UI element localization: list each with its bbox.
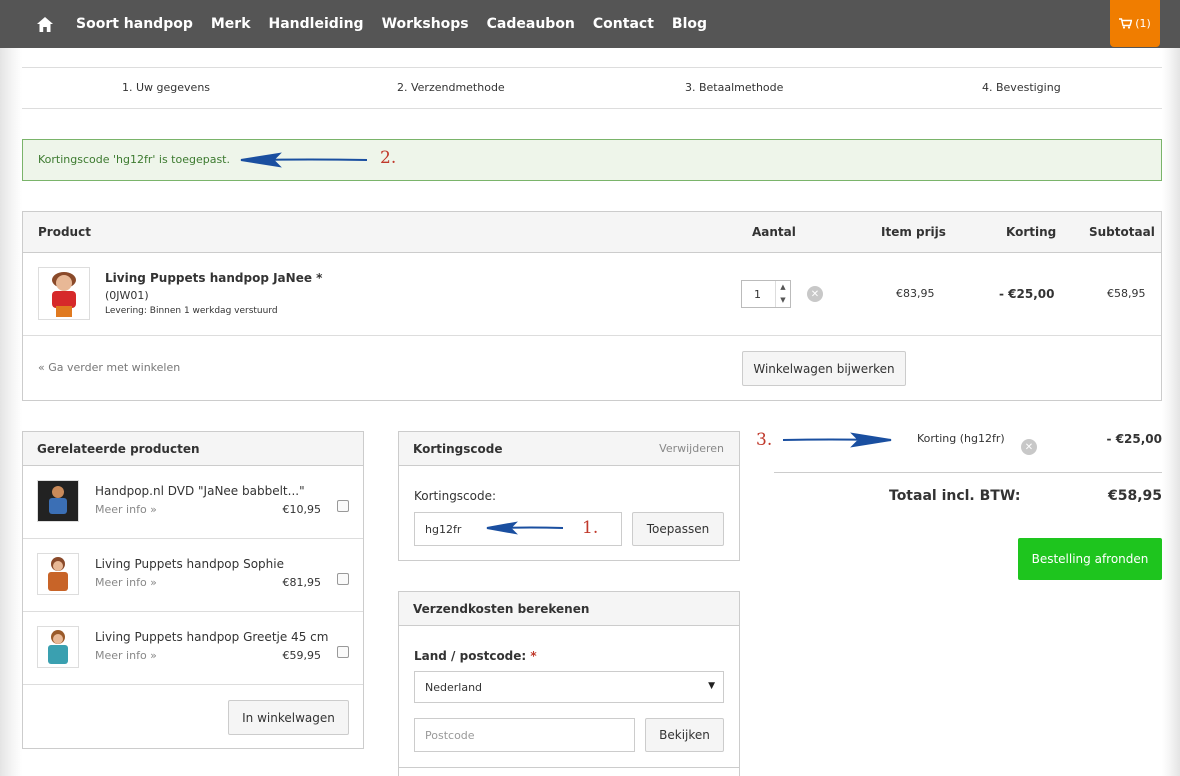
col-qty: Aantal [752,225,796,239]
postcode-placeholder: Postcode [425,728,475,742]
related-more-info[interactable]: Meer info » [95,576,157,589]
shipping-header: Verzendkosten berekenen [399,592,739,626]
add-to-cart-button[interactable]: In winkelwagen [228,700,349,735]
nav-handleiding[interactable]: Handleiding [269,16,364,32]
step-2[interactable]: 2. Verzendmethode [397,81,505,94]
annotation-arrow-1 [486,521,564,535]
annotation-label-2: 2. [380,148,397,168]
coupon-label: Kortingscode: [414,489,497,503]
postcode-input[interactable]: Postcode [414,718,635,752]
annotation-label-1: 1. [582,518,599,538]
list-item: Living Puppets handpop Sophie Meer info … [23,539,363,612]
nav-blog[interactable]: Blog [672,16,707,32]
home-icon[interactable] [30,0,60,48]
total-value: €58,95 [1107,488,1162,504]
col-subtotal: Subtotaal [1089,225,1155,239]
shipping-panel: Verzendkosten berekenen Land / postcode:… [398,591,740,776]
related-thumbnail[interactable] [37,553,79,595]
related-name[interactable]: Living Puppets handpop Sophie [95,557,284,571]
coupon-header: Kortingscode Verwijderen [399,432,739,466]
col-product: Product [38,225,91,239]
apply-coupon-button[interactable]: Toepassen [632,512,724,546]
related-thumbnail[interactable] [37,480,79,522]
related-more-info[interactable]: Meer info » [95,503,157,516]
continue-shopping-link[interactable]: « Ga verder met winkelen [38,361,180,374]
annotation-label-3: 3. [756,430,773,450]
item-subtotal: €58,95 [1107,287,1146,300]
product-sku: (0JW01) [105,289,149,302]
nav-workshops[interactable]: Workshops [382,16,469,32]
product-name[interactable]: Living Puppets handpop JaNee * [105,271,322,285]
background-right [1162,48,1180,776]
nav-cadeaubon[interactable]: Cadeaubon [487,16,575,32]
list-item: Handpop.nl DVD "JaNee babbelt..." Meer i… [23,466,363,539]
quantity-stepper[interactable]: 1 ▲ ▼ [741,280,791,308]
cart-button[interactable]: (1) [1110,0,1160,47]
step-4[interactable]: 4. Bevestiging [982,81,1061,94]
country-select[interactable]: Nederland ▼ [414,671,724,703]
cart-icon [1119,18,1133,29]
cart-table-header: Product Aantal Item prijs Korting Subtot… [23,212,1161,253]
divider [399,767,739,768]
item-discount: - €25,00 [999,287,1055,301]
checkout-steps: 1. Uw gegevens 2. Verzendmethode 3. Beta… [22,67,1162,109]
total-label: Totaal incl. BTW: [889,488,1021,504]
related-checkbox[interactable] [337,500,349,512]
related-products-header: Gerelateerde producten [23,432,363,466]
related-name[interactable]: Living Puppets handpop Greetje 45 cm [95,630,328,644]
remove-discount-icon[interactable]: ✕ [1021,439,1037,455]
nav-merk[interactable]: Merk [211,16,251,32]
top-navigation: Soort handpop Merk Handleiding Workshops… [0,0,1180,48]
update-cart-button[interactable]: Winkelwagen bijwerken [742,351,906,386]
nav-contact[interactable]: Contact [593,16,654,32]
chevron-down-icon: ▼ [708,681,715,691]
step-3[interactable]: 3. Betaalmethode [685,81,783,94]
related-name[interactable]: Handpop.nl DVD "JaNee babbelt..." [95,484,305,498]
success-alert: Kortingscode 'hg12fr' is toegepast. 2. [22,139,1162,181]
related-price: €81,95 [282,576,322,589]
list-item: Living Puppets handpop Greetje 45 cm Mee… [23,612,363,685]
shipping-label: Land / postcode: * [414,649,537,663]
totals-discount-value: - €25,00 [1106,432,1162,446]
coupon-remove-link[interactable]: Verwijderen [659,442,724,455]
related-more-info[interactable]: Meer info » [95,649,157,662]
coupon-panel: Kortingscode Verwijderen Kortingscode: h… [398,431,740,561]
related-products-panel: Gerelateerde producten Handpop.nl DVD "J… [22,431,364,749]
country-value: Nederland [425,680,483,694]
col-discount: Korting [1006,225,1057,239]
alert-message: Kortingscode 'hg12fr' is toegepast. [38,153,230,166]
related-thumbnail[interactable] [37,626,79,668]
totals-discount-label: Korting (hg12fr) [917,432,1005,445]
coupon-title: Kortingscode [413,442,503,456]
product-delivery: Levering: Binnen 1 werkdag verstuurd [105,306,278,316]
annotation-arrow-3 [782,432,892,448]
related-price: €10,95 [282,503,322,516]
table-row: Living Puppets handpop JaNee * (0JW01) L… [23,253,1161,336]
view-shipping-button[interactable]: Bekijken [645,718,724,752]
quantity-value: 1 [754,288,761,301]
background-left [0,48,22,776]
col-item-price: Item prijs [881,225,946,239]
annotation-arrow-2 [240,152,368,168]
step-1[interactable]: 1. Uw gegevens [122,81,210,94]
product-thumbnail[interactable] [38,267,90,320]
coupon-value: hg12fr [425,522,462,536]
quantity-arrows[interactable]: ▲ ▼ [775,281,790,307]
nav-soort-handpop[interactable]: Soort handpop [76,16,193,32]
cart-table: Product Aantal Item prijs Korting Subtot… [22,211,1162,401]
related-price: €59,95 [282,649,322,662]
cart-count: (1) [1135,17,1151,30]
totals-divider [774,472,1162,473]
related-checkbox[interactable] [337,646,349,658]
item-price: €83,95 [896,287,935,300]
remove-item-icon[interactable]: ✕ [807,286,823,302]
related-products-title: Gerelateerde producten [37,442,200,456]
checkout-button[interactable]: Bestelling afronden [1018,538,1162,580]
related-checkbox[interactable] [337,573,349,585]
shipping-title: Verzendkosten berekenen [413,602,590,616]
